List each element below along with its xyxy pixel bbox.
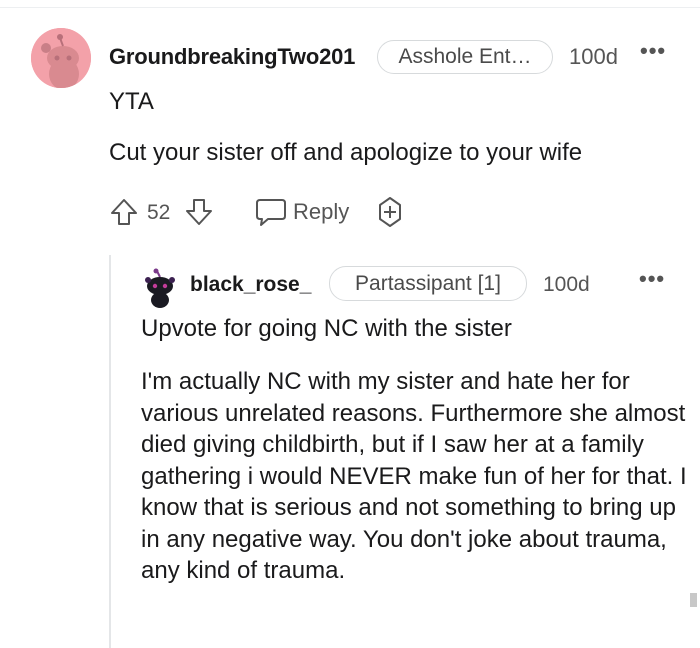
user-flair: Asshole Ent… <box>377 40 553 74</box>
comment-timestamp[interactable]: 100d <box>543 273 590 297</box>
comment-body-line: Cut your sister off and apologize to you… <box>109 139 583 166</box>
comment-body-paragraph: I'm actually NC with my sister and hate … <box>141 368 687 584</box>
more-options-icon[interactable]: ••• <box>639 266 665 292</box>
comment-author[interactable]: GroundbreakingTwo201 <box>109 44 355 70</box>
snoo-avatar-icon <box>145 268 175 308</box>
comment-body-line: YTA <box>109 88 154 115</box>
top-divider <box>0 7 700 8</box>
user-avatar[interactable] <box>143 268 177 308</box>
comment-bubble-icon <box>256 199 286 226</box>
snoo-avatar-icon <box>31 28 91 88</box>
award-icon[interactable] <box>374 196 406 233</box>
vote-score: 52 <box>147 201 171 224</box>
user-avatar[interactable] <box>31 28 91 88</box>
more-options-icon[interactable]: ••• <box>640 38 666 64</box>
scrollbar-thumb[interactable] <box>690 593 697 607</box>
comment-actions: 52 Reply <box>109 195 439 229</box>
reply-button[interactable] <box>254 196 288 233</box>
comment-body-line: Upvote for going NC with the sister <box>141 315 512 342</box>
reply-label[interactable]: Reply <box>293 199 349 225</box>
downvote-icon[interactable] <box>184 197 214 232</box>
comment-timestamp[interactable]: 100d <box>569 44 618 70</box>
thread-line[interactable] <box>109 255 111 648</box>
user-flair: Partassipant [1] <box>329 266 527 301</box>
comment-author[interactable]: black_rose_ <box>190 273 311 297</box>
upvote-icon[interactable] <box>109 197 139 232</box>
